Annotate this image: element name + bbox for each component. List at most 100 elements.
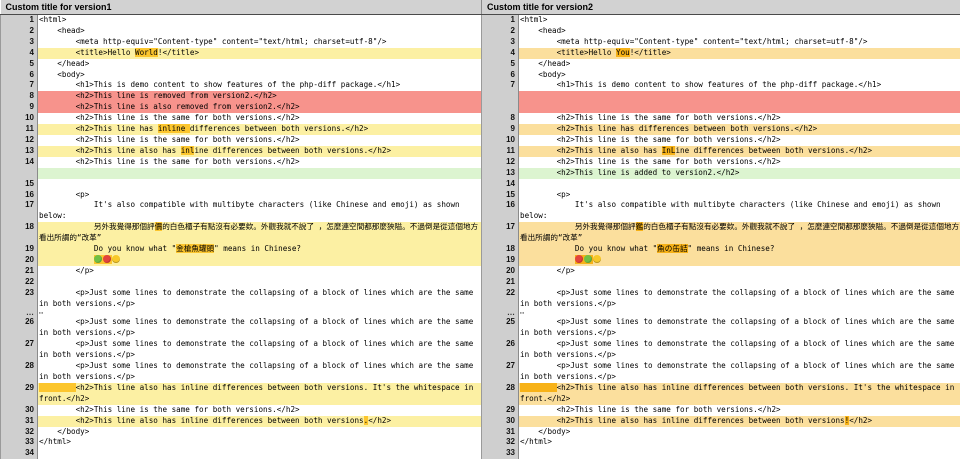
code-segment: <h2>This line has differences between bo… bbox=[520, 124, 818, 134]
line-number-old: 34 bbox=[0, 448, 38, 460]
code-line-old: <head> bbox=[37, 25, 482, 37]
code-line-new: 另外我覺得那個評鑑的白色櫃子有點沒有必要欸。外觀我就不說了 ，怎麼連空間都那麼狹… bbox=[518, 222, 960, 245]
code-line-new bbox=[518, 102, 960, 114]
line-number-old: 4 bbox=[0, 47, 38, 59]
code-line-old: It's also compatible with multibyte char… bbox=[37, 200, 482, 223]
code-line-new: <h2>This line is added to version2.</h2> bbox=[518, 167, 960, 179]
code-line-old: <body> bbox=[37, 69, 482, 81]
line-number-new: 15 bbox=[481, 189, 519, 201]
red-apple-emoji bbox=[102, 254, 111, 263]
code-line-new: <p> bbox=[518, 189, 960, 201]
code-segment: <h2>This line is the same for both versi… bbox=[520, 113, 781, 123]
code-line-new bbox=[518, 448, 960, 460]
line-number-new: 6 bbox=[481, 69, 519, 81]
code-segment bbox=[111, 254, 121, 264]
code-line-new bbox=[518, 178, 960, 190]
code-line-old: <h1>This is demo content to show feature… bbox=[37, 80, 482, 92]
code-segment: <h2>This line is added to version2.</h2> bbox=[520, 167, 740, 177]
diff-row: 22 21 bbox=[0, 276, 960, 288]
line-number-old: 32 bbox=[0, 426, 38, 438]
code-segment: <h2>This line is the same for both versi… bbox=[520, 134, 781, 144]
line-number-new: 27 bbox=[481, 361, 519, 383]
code-line-old: </body> bbox=[37, 426, 482, 438]
code-line-new: <p>Just some lines to demonstrate the co… bbox=[518, 361, 960, 383]
code-line-new: <h2>This line also has inline difference… bbox=[518, 382, 960, 405]
line-number-old: 18 bbox=[0, 222, 38, 245]
code-segment: <p>Just some lines to demonstrate the co… bbox=[520, 361, 959, 381]
line-number-old: 20 bbox=[0, 254, 38, 266]
line-number-new: 33 bbox=[481, 448, 519, 460]
code-segment: !</title> bbox=[629, 47, 671, 57]
code-line-new: <meta http-equiv="Content-type" content=… bbox=[518, 36, 960, 48]
diff-row: 8 <h2>This line is removed from version2… bbox=[0, 91, 960, 103]
code-line-new: <h2>This line also has InLine difference… bbox=[518, 145, 960, 157]
code-line-new: <body> bbox=[518, 69, 960, 81]
line-number-old: 11 bbox=[0, 124, 38, 135]
inline-diff-highlight bbox=[574, 254, 593, 264]
inline-diff-highlight: inline bbox=[157, 124, 190, 134]
diff-row: 34 33 bbox=[0, 448, 960, 460]
code-segment: </body> bbox=[39, 426, 90, 436]
line-number-new: 2 bbox=[481, 25, 519, 37]
diff-row: 3 <meta http-equiv="Content-type" conten… bbox=[0, 36, 960, 48]
code-line-new: <h2>This line is the same for both versi… bbox=[518, 113, 960, 125]
code-line-new bbox=[518, 276, 960, 288]
code-segment: <h2>This line is the same for both versi… bbox=[520, 404, 781, 414]
diff-row: 16 <p> 15 <p> bbox=[0, 189, 960, 201]
code-line-old bbox=[37, 167, 482, 179]
line-number-new: 29 bbox=[481, 404, 519, 416]
diff-row: 9 <h2>This line is also removed from ver… bbox=[0, 102, 960, 114]
code-segment: <h2>This line also has inline difference… bbox=[520, 382, 959, 403]
line-number-old: 30 bbox=[0, 404, 38, 416]
line-number-new: 13 bbox=[481, 167, 519, 179]
diff-row: 10 <h2>This line is the same for both ve… bbox=[0, 113, 960, 125]
diff-row: … ⋯… ⋯ bbox=[0, 309, 960, 318]
code-line-old: </p> bbox=[37, 265, 482, 277]
code-segment: <html> bbox=[520, 15, 548, 24]
code-segment: <h1>This is demo content to show feature… bbox=[520, 80, 882, 90]
code-line-old: <p> bbox=[37, 189, 482, 201]
code-segment: <p> bbox=[39, 189, 90, 199]
code-line-old: <h2>This line is the same for both versi… bbox=[37, 113, 482, 125]
diff-row: 13 <h2>This line is added to version2.</… bbox=[0, 167, 960, 179]
line-number-new: 25 bbox=[481, 317, 519, 340]
code-segment: <body> bbox=[39, 69, 85, 79]
line-number-old: 19 bbox=[0, 244, 38, 255]
code-segment: 另外我覺得那個評 bbox=[520, 222, 636, 232]
code-segment: <p>Just some lines to demonstrate the co… bbox=[520, 339, 959, 360]
line-number-old: 9 bbox=[0, 102, 38, 114]
code-line-old: <h2>This line is the same for both versi… bbox=[37, 156, 482, 168]
line-number-new: 32 bbox=[481, 437, 519, 449]
code-segment: <p>Just some lines to demonstrate the co… bbox=[39, 317, 478, 338]
code-line-old: <p>Just some lines to demonstrate the co… bbox=[37, 339, 482, 362]
diff-row: 4 <title>Hello World!</title> 4 <title>He… bbox=[0, 47, 960, 59]
code-line-old: Do you know what "金槍魚罐頭" means in Chines… bbox=[37, 244, 482, 255]
diff-header-row: Custom title for version1 Custom title f… bbox=[0, 0, 960, 15]
code-segment: </head> bbox=[520, 58, 571, 68]
old-version-title-label: Custom title for version1 bbox=[5, 2, 112, 12]
inline-diff-highlight: World bbox=[135, 47, 158, 57]
smiley-face-emoji bbox=[592, 254, 601, 263]
diff-row: 1 <html> 1 <html> bbox=[0, 14, 960, 26]
code-line-old: </html> bbox=[37, 437, 482, 449]
line-number-old: 33 bbox=[0, 437, 38, 449]
code-line-new: <html> bbox=[518, 14, 960, 26]
diff-row: 15 14 bbox=[0, 178, 960, 190]
code-segment: </html> bbox=[39, 437, 72, 447]
code-segment: <h2>This line is the same for both versi… bbox=[39, 113, 300, 123]
line-number-new: 11 bbox=[481, 145, 519, 157]
line-number-new: 14 bbox=[481, 178, 519, 190]
code-line-new: <h2>This line is the same for both versi… bbox=[518, 134, 960, 146]
code-line-new: <title>Hello You!</title> bbox=[518, 47, 960, 59]
code-segment: </h2> bbox=[368, 415, 392, 425]
code-segment: It's also compatible with multibyte char… bbox=[39, 200, 465, 221]
line-number-old: 26 bbox=[0, 317, 38, 340]
line-number-old: 1 bbox=[0, 14, 38, 26]
code-segment: <html> bbox=[39, 15, 67, 24]
line-number-new: … bbox=[481, 309, 519, 318]
code-segment: <h2>This line is the same for both versi… bbox=[520, 156, 781, 166]
red-apple-emoji bbox=[574, 254, 583, 263]
code-segment: <head> bbox=[39, 25, 85, 35]
diff-row: 5 </head> 5 </head> bbox=[0, 58, 960, 70]
